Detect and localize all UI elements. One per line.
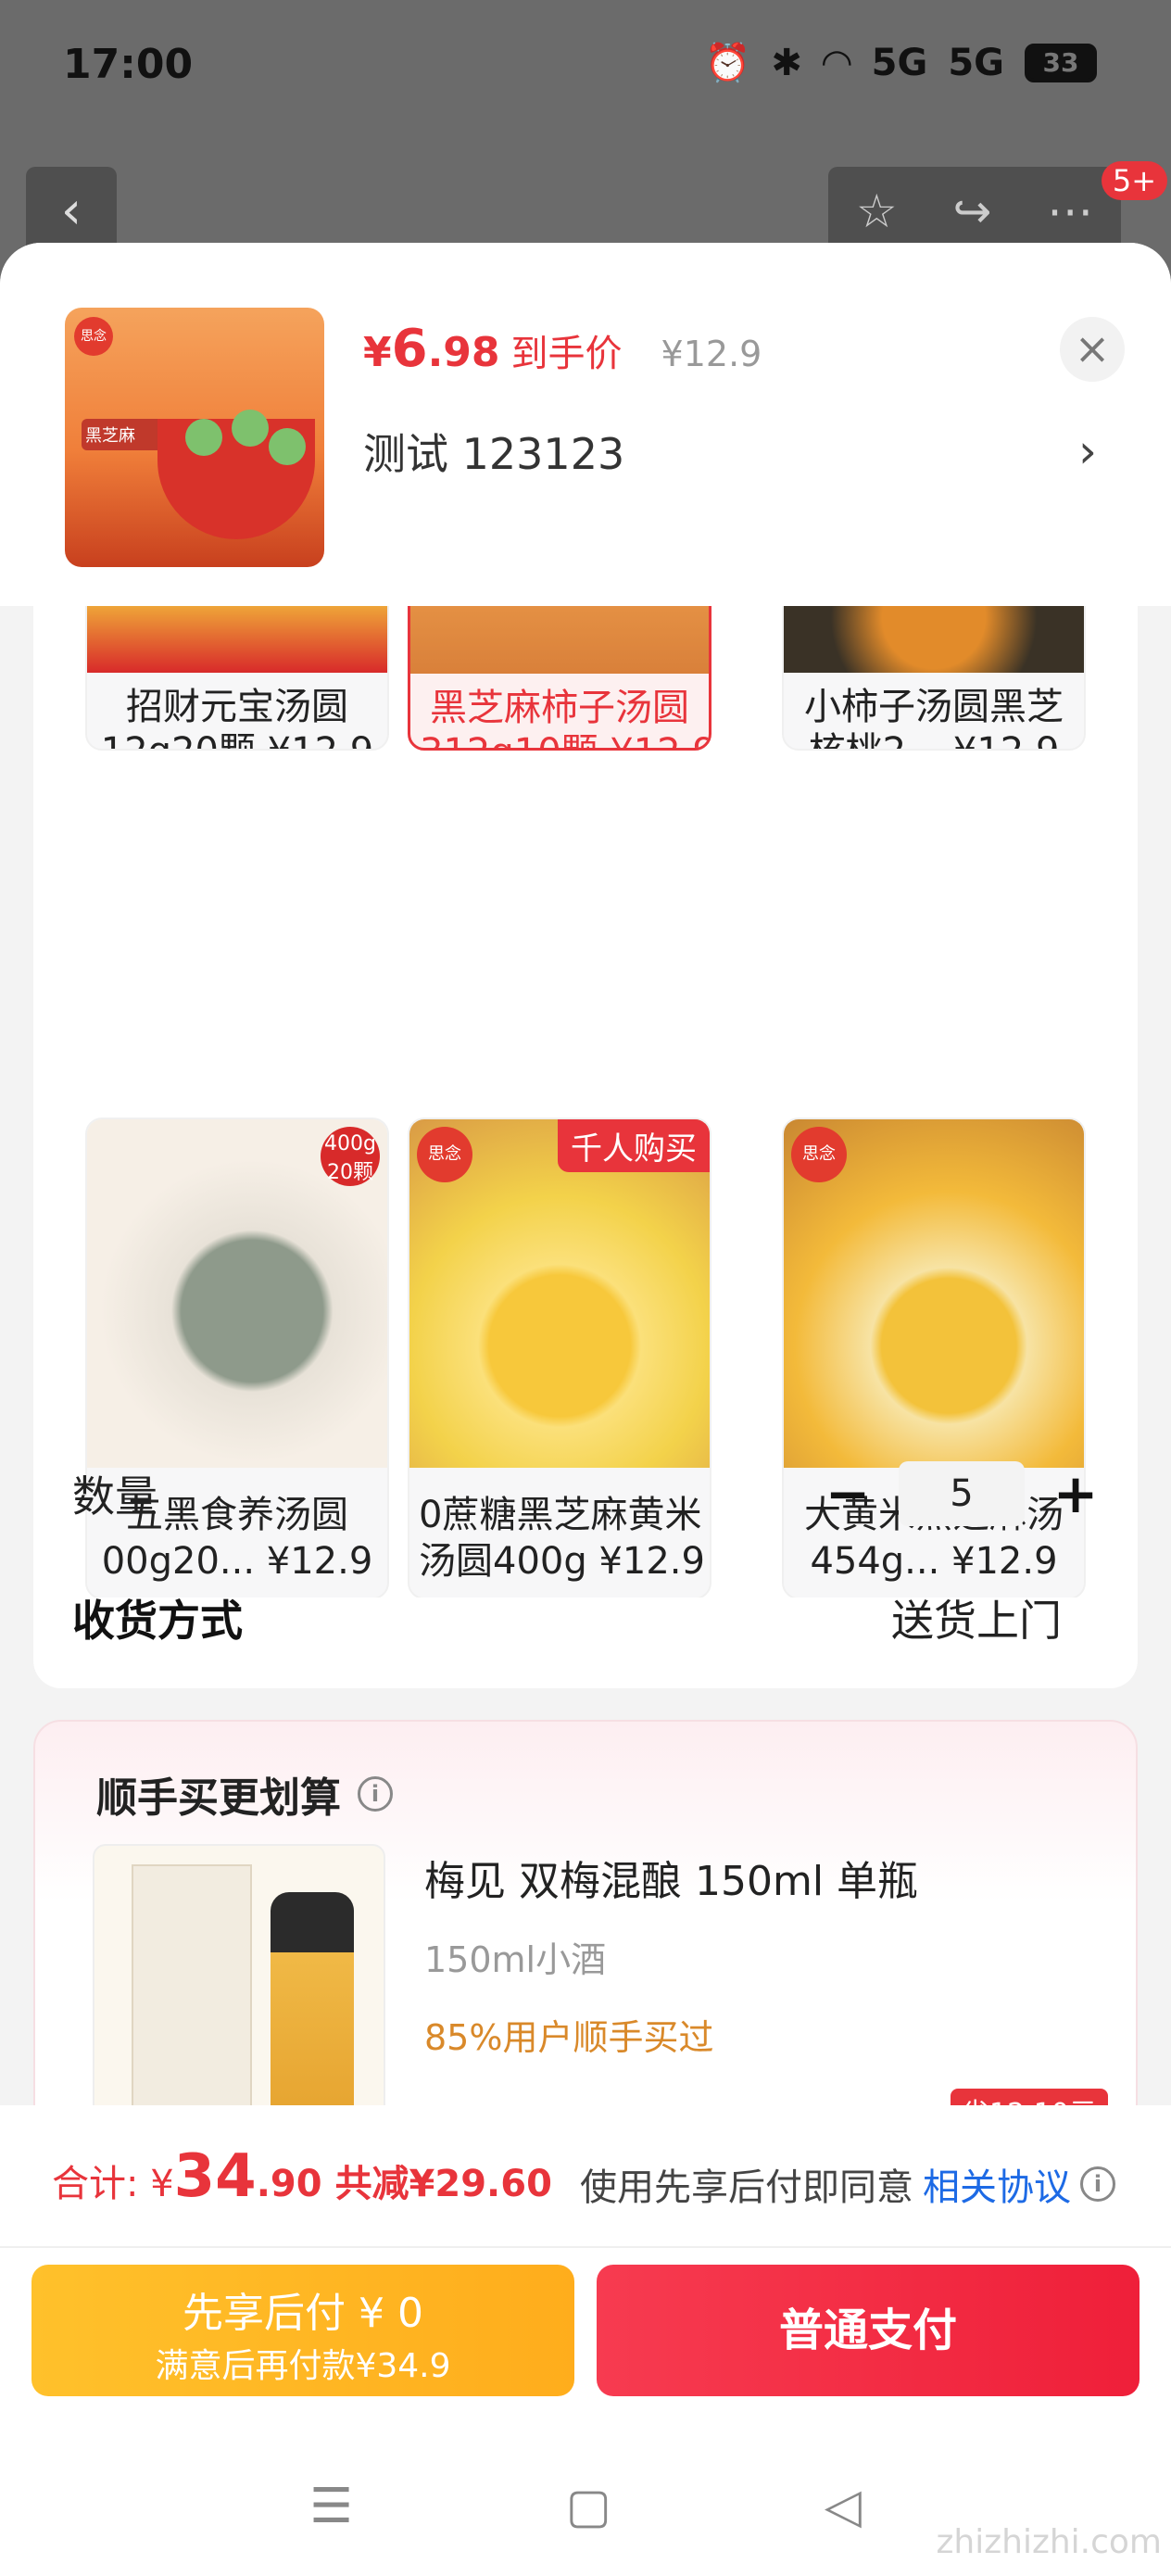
pay-later-label: 先享后付 ¥ 0 — [183, 2290, 423, 2337]
quantity-row: 数量 − 5 + — [72, 1458, 1099, 1529]
total-amount: 34 — [173, 2142, 257, 2211]
wifi-icon: ◠ — [822, 41, 851, 84]
product-thumbnail: 思念 黑芝麻 — [65, 308, 324, 567]
product-card[interactable]: 小柿子汤圆黑芝 核桃2... ¥12.9 — [782, 606, 1086, 751]
back-icon[interactable]: ◁ — [825, 2479, 862, 2534]
share-icon[interactable]: ↪ — [952, 184, 991, 238]
alarm-icon: ⏰ — [704, 42, 751, 84]
total-reduce: 共减¥29.60 — [334, 2163, 552, 2205]
product-detail: 00g20... ¥12.9 — [101, 1540, 373, 1583]
agreement-link[interactable]: 相关协议 — [923, 2157, 1071, 2211]
battery-icon: 33 — [1025, 43, 1097, 82]
home-icon[interactable]: ▢ — [566, 2479, 611, 2534]
watermark: zhizhizhi.com — [936, 2523, 1162, 2561]
brand-logo: 思念 — [74, 317, 113, 356]
shipping-value: 送货上门 — [891, 1596, 1062, 1646]
product-image — [784, 606, 1084, 673]
addon-product-sub: 150ml小酒 — [424, 1939, 607, 1980]
close-icon: × — [1074, 323, 1111, 373]
menu-icon[interactable]: ☰ — [309, 2479, 353, 2534]
quantity-stepper: − 5 + — [825, 1461, 1099, 1526]
shipping-row[interactable]: 收货方式 送货上门 — [72, 1583, 1062, 1653]
status-bar: 17:00 ⏰ ✱ ◠ 5G 5G 33 — [0, 0, 1171, 139]
info-icon[interactable]: i — [358, 1776, 393, 1812]
total-cents: .90 — [256, 2163, 322, 2205]
product-detail: 核桃2... ¥12.9 — [784, 728, 1084, 749]
normal-pay-button[interactable]: 普通支付 — [597, 2265, 1140, 2396]
sheet-header: 思念 黑芝麻 ¥6.98 到手价 ¥12.9 × 测试 123123 › — [0, 243, 1171, 606]
spec-selector[interactable]: 测试 123123 › — [363, 421, 1097, 482]
product-card[interactable]: 招财元宝汤圆 12g20颗 ¥12.9 — [85, 606, 389, 751]
close-button[interactable]: × — [1060, 317, 1125, 382]
total-label: 合计: ¥ — [52, 2163, 174, 2205]
original-price: ¥12.9 — [661, 334, 762, 374]
more-icon[interactable]: ⋯ — [1047, 184, 1093, 238]
agreement-text: 使用先享后付即同意 — [580, 2166, 913, 2209]
message-badge: 5+ — [1101, 161, 1167, 200]
product-image — [410, 606, 709, 674]
signal-5g-icon-2: 5G — [948, 41, 1004, 84]
divider — [0, 2246, 1171, 2248]
pay-later-sub: 满意后再付款¥34.9 — [155, 2347, 451, 2385]
ball-shape — [232, 410, 269, 447]
addon-title: 顺手买更划算 i — [96, 1764, 393, 1824]
quantity-label: 数量 — [72, 1471, 157, 1522]
quantity-input[interactable]: 5 — [899, 1461, 1025, 1526]
product-detail: 454g... ¥12.9 — [810, 1540, 1058, 1583]
total-row: 合计: ¥ 34 .90 共减¥29.60 — [52, 2142, 552, 2211]
box-shape — [132, 1864, 252, 2120]
agreement-row: 使用先享后付即同意 相关协议 i — [580, 2157, 1115, 2211]
star-icon[interactable]: ☆ — [856, 184, 898, 238]
product-name: 小柿子汤圆黑芝 — [804, 686, 1064, 728]
addon-product-image[interactable] — [93, 1844, 385, 2122]
product-name: 招财元宝汤圆 — [126, 686, 348, 728]
thumb-tag: 黑芝麻 — [82, 419, 165, 450]
addon-title-text: 顺手买更划算 — [96, 1774, 341, 1822]
price-label: 到手价 — [510, 333, 623, 375]
product-image — [87, 606, 387, 673]
product-grid: 招财元宝汤圆 12g20颗 ¥12.9 黑芝麻柿子汤圆 312g10颗 ¥12.… — [33, 606, 1138, 1597]
product-name: 黑芝麻柿子汤圆 — [430, 687, 689, 729]
bottle-shape — [271, 1892, 354, 2120]
price-row: ¥6.98 到手价 ¥12.9 — [363, 319, 762, 379]
current-price: ¥6.98 — [363, 319, 500, 379]
shipping-label: 收货方式 — [72, 1596, 243, 1646]
weight-tag: 400g 20颗 — [321, 1127, 380, 1186]
addon-product-stat: 85%用户顺手买过 — [424, 2017, 714, 2058]
status-icons: ⏰ ✱ ◠ 5G 5G 33 — [705, 41, 1097, 84]
product-detail: 312g10颗 ¥12.9 — [410, 729, 709, 748]
ball-shape — [185, 419, 222, 456]
ball-shape — [269, 428, 306, 465]
increase-button[interactable]: + — [1052, 1462, 1099, 1525]
popular-badge: 千人购买 — [558, 1119, 710, 1172]
spec-text: 测试 123123 — [363, 429, 625, 479]
product-card-selected[interactable]: 黑芝麻柿子汤圆 312g10颗 ¥12.9 — [408, 606, 711, 751]
addon-product-name[interactable]: 梅见 双梅混酿 150ml 单瓶 — [424, 1848, 918, 1907]
brand-logo: 思念 — [791, 1127, 847, 1182]
chevron-right-icon: › — [1078, 424, 1097, 478]
decrease-button[interactable]: − — [825, 1462, 871, 1525]
signal-5g-icon: 5G — [871, 41, 928, 84]
brand-logo: 思念 — [417, 1127, 472, 1182]
product-detail: 12g20颗 ¥12.9 — [87, 728, 387, 749]
pay-later-button[interactable]: 先享后付 ¥ 0 满意后再付款¥34.9 — [31, 2265, 574, 2396]
info-icon[interactable]: i — [1080, 2166, 1115, 2202]
bluetooth-icon: ✱ — [771, 41, 802, 84]
checkout-bar: 合计: ¥ 34 .90 共减¥29.60 使用先享后付即同意 相关协议 i 先享… — [0, 2105, 1171, 2576]
status-time: 17:00 — [63, 41, 194, 88]
product-detail: 汤圆400g ¥12.9 — [419, 1540, 705, 1583]
